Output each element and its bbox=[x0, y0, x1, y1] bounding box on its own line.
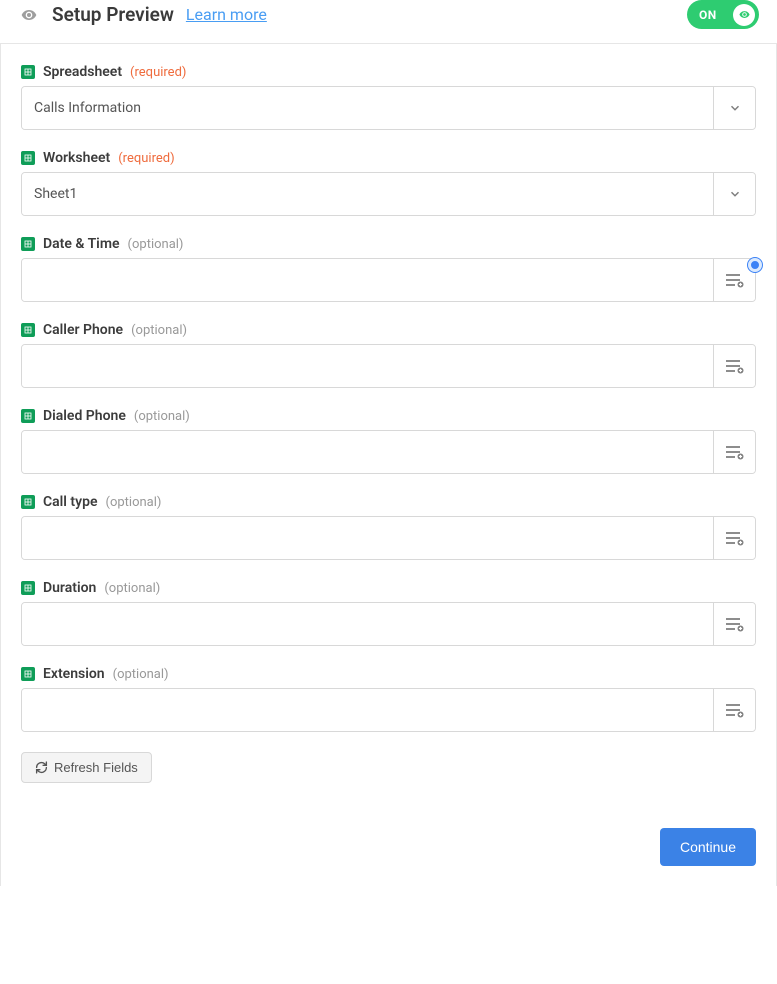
label-text: Dialed Phone bbox=[43, 408, 126, 424]
insert-list-plus-icon bbox=[725, 702, 745, 718]
insert-list-plus-icon bbox=[725, 530, 745, 546]
field-label-row: Date & Time (optional) bbox=[21, 236, 756, 252]
chevron-down-icon bbox=[728, 187, 742, 201]
field-call-type: Call type (optional) bbox=[21, 494, 756, 560]
google-sheets-icon bbox=[21, 667, 35, 681]
spreadsheet-value: Calls Information bbox=[22, 87, 713, 129]
dropdown-button[interactable] bbox=[713, 87, 755, 129]
field-label-row: Call type (optional) bbox=[21, 494, 756, 510]
label-optional-badge: (optional) bbox=[131, 323, 187, 338]
label-text: Duration bbox=[43, 580, 96, 596]
duration-input-row bbox=[21, 602, 756, 646]
date-time-input[interactable] bbox=[22, 259, 713, 301]
field-extension: Extension (optional) bbox=[21, 666, 756, 732]
google-sheets-icon bbox=[21, 409, 35, 423]
insert-list-plus-icon bbox=[725, 444, 745, 460]
google-sheets-icon bbox=[21, 495, 35, 509]
label-text: Worksheet bbox=[43, 150, 110, 166]
label-optional-badge: (optional) bbox=[134, 409, 190, 424]
duration-input[interactable] bbox=[22, 603, 713, 645]
field-label-row: Worksheet (required) bbox=[21, 150, 756, 166]
call-type-input-row bbox=[21, 516, 756, 560]
label-optional-badge: (optional) bbox=[104, 581, 160, 596]
google-sheets-icon bbox=[21, 581, 35, 595]
dialed-phone-input[interactable] bbox=[22, 431, 713, 473]
label-text: Extension bbox=[43, 666, 105, 682]
page-title: Setup Preview bbox=[52, 3, 174, 26]
label-optional-badge: (optional) bbox=[106, 495, 162, 510]
refresh-icon bbox=[35, 761, 48, 774]
worksheet-value: Sheet1 bbox=[22, 173, 713, 215]
field-label-row: Spreadsheet (required) bbox=[21, 64, 756, 80]
field-label-row: Extension (optional) bbox=[21, 666, 756, 682]
field-dialed-phone: Dialed Phone (optional) bbox=[21, 408, 756, 474]
google-sheets-icon bbox=[21, 237, 35, 251]
footer: Continue bbox=[21, 783, 756, 866]
toggle-knob-eye-icon bbox=[733, 4, 755, 26]
insert-field-button[interactable] bbox=[713, 345, 755, 387]
insert-field-button[interactable] bbox=[713, 689, 755, 731]
label-text: Spreadsheet bbox=[43, 64, 122, 80]
worksheet-select[interactable]: Sheet1 bbox=[21, 172, 756, 216]
extension-input-row bbox=[21, 688, 756, 732]
label-text: Call type bbox=[43, 494, 98, 510]
continue-button[interactable]: Continue bbox=[660, 828, 756, 866]
label-text: Date & Time bbox=[43, 236, 120, 252]
setup-header: Setup Preview Learn more ON bbox=[0, 0, 777, 44]
field-worksheet: Worksheet (required) Sheet1 bbox=[21, 150, 756, 216]
field-caller-phone: Caller Phone (optional) bbox=[21, 322, 756, 388]
refresh-fields-button[interactable]: Refresh Fields bbox=[21, 752, 152, 783]
insert-field-button[interactable] bbox=[713, 431, 755, 473]
field-label-row: Duration (optional) bbox=[21, 580, 756, 596]
label-optional-badge: (optional) bbox=[128, 237, 184, 252]
label-text: Caller Phone bbox=[43, 322, 123, 338]
label-required-badge: (required) bbox=[130, 65, 186, 80]
spreadsheet-select[interactable]: Calls Information bbox=[21, 86, 756, 130]
insert-field-button[interactable] bbox=[713, 517, 755, 559]
attention-pulse-dot bbox=[748, 258, 762, 272]
field-label-row: Dialed Phone (optional) bbox=[21, 408, 756, 424]
preview-eye-icon bbox=[18, 4, 40, 26]
field-date-time: Date & Time (optional) bbox=[21, 236, 756, 302]
toggle-label: ON bbox=[699, 8, 717, 22]
google-sheets-icon bbox=[21, 65, 35, 79]
caller-phone-input-row bbox=[21, 344, 756, 388]
insert-list-plus-icon bbox=[725, 358, 745, 374]
insert-field-button[interactable] bbox=[713, 603, 755, 645]
caller-phone-input[interactable] bbox=[22, 345, 713, 387]
field-duration: Duration (optional) bbox=[21, 580, 756, 646]
form-content: Spreadsheet (required) Calls Information… bbox=[0, 44, 777, 886]
insert-list-plus-icon bbox=[725, 272, 745, 288]
call-type-input[interactable] bbox=[22, 517, 713, 559]
field-label-row: Caller Phone (optional) bbox=[21, 322, 756, 338]
field-spreadsheet: Spreadsheet (required) Calls Information bbox=[21, 64, 756, 130]
google-sheets-icon bbox=[21, 151, 35, 165]
refresh-label: Refresh Fields bbox=[54, 760, 138, 775]
header-left: Setup Preview Learn more bbox=[18, 3, 267, 26]
date-time-input-row bbox=[21, 258, 756, 302]
google-sheets-icon bbox=[21, 323, 35, 337]
label-optional-badge: (optional) bbox=[113, 667, 169, 682]
dialed-phone-input-row bbox=[21, 430, 756, 474]
chevron-down-icon bbox=[728, 101, 742, 115]
dropdown-button[interactable] bbox=[713, 173, 755, 215]
preview-toggle[interactable]: ON bbox=[687, 0, 759, 29]
label-required-badge: (required) bbox=[118, 151, 174, 166]
learn-more-link[interactable]: Learn more bbox=[186, 5, 267, 24]
extension-input[interactable] bbox=[22, 689, 713, 731]
insert-list-plus-icon bbox=[725, 616, 745, 632]
